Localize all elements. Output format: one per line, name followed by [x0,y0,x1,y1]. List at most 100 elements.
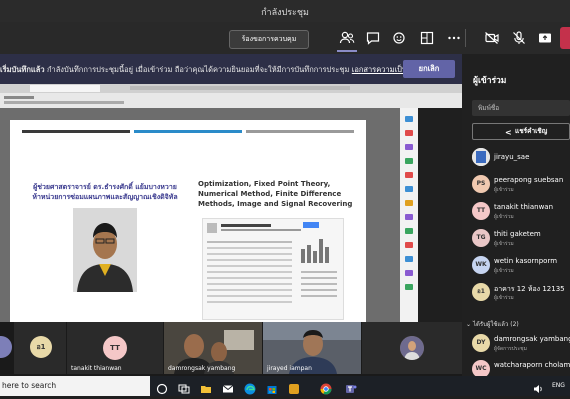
video-strip: อ1 TT tanakit thianwan damrongsak yamban… [0,322,462,376]
avatar: WK [472,256,490,274]
video-tile[interactable]: อ1 [14,322,66,374]
tool-icon[interactable] [405,144,413,150]
shared-screen: ผู้ช่วยศาสตราจารย์ ดร.ธำรงศักดิ์ แย้มบาง… [0,84,462,322]
participant-role: ผู้เข้าร่วม [494,214,514,220]
video-tile[interactable] [362,322,462,374]
reactions-icon[interactable] [392,30,408,46]
participants-title: ผู้เข้าร่วม [473,76,507,86]
avatar: DY [472,334,490,352]
leave-button[interactable] [560,27,570,49]
task-view-icon[interactable] [178,380,190,394]
tile-name: tanakit thianwan [71,365,122,372]
avatar [400,336,424,360]
app-icon[interactable] [288,380,300,394]
window-title: กำลังประชุม [261,8,309,18]
tool-icon[interactable] [405,186,413,192]
request-control-button[interactable]: ร้องขอการควบคุม [229,30,309,49]
shared-screen-margin [418,108,462,322]
participant-role: ผู้เข้าร่วม [494,241,514,247]
speaker-icon[interactable] [532,380,544,393]
participant-name: tanakit thianwan [494,203,554,211]
avatar [472,148,490,166]
tool-icon[interactable] [405,116,413,122]
pdf-viewer-toolbar [0,84,462,108]
search-circle-icon[interactable] [156,380,168,395]
mic-off-icon[interactable] [511,30,527,46]
participant-item[interactable]: DY damrongsak yambang ผู้จัดการประชุม [472,332,570,354]
taskbar-search-input[interactable]: here to search [0,376,150,396]
video-tile[interactable]: damrongsak yambang [164,322,262,374]
pdf-tab [30,85,100,92]
video-tile[interactable] [0,322,14,374]
participant-name: watcharaporn cholamj [494,361,570,369]
teams-icon[interactable] [345,380,357,393]
tool-icon[interactable] [405,214,413,220]
participant-item[interactable]: jirayu_sae [472,146,570,168]
tool-icon[interactable] [405,228,413,234]
presenter-affiliation: ห้าหน่วยการซ่อมแผนภาพและสัญญาณเชิงดิจิทั… [32,193,178,201]
avatar: อ1 [472,283,490,301]
participant-name: damrongsak yambang [494,335,570,343]
participant-role: ผู้เข้าร่วม [494,295,514,301]
slide-bar-2 [134,130,242,133]
share-invite-button[interactable]: < แชร์คำเชิญ [472,123,570,140]
tool-icon[interactable] [405,284,413,290]
participant-item[interactable]: TT tanakit thianwan ผู้เข้าร่วม [472,200,570,222]
pdf-tab-title [130,86,350,90]
share-invite-label: แชร์คำเชิญ [515,127,548,135]
more-icon[interactable] [446,30,462,46]
presenter-name-block: ผู้ช่วยศาสตราจารย์ ดร.ธำรงศักดิ์ แย้มบาง… [20,182,190,202]
rooms-icon[interactable] [419,30,435,46]
chrome-icon[interactable] [320,380,332,395]
tool-icon[interactable] [405,158,413,164]
participant-item[interactable]: TG thiti gaketem ผู้เข้าร่วม [472,227,570,249]
participants-panel: ผู้เข้าร่วม พิมพ์ชื่อ < แชร์คำเชิญ jiray… [462,54,570,378]
presentation-slide: ผู้ช่วยศาสตราจารย์ ดร.ธำรงศักดิ์ แย้มบาง… [10,120,366,322]
invited-section-header[interactable]: ⌄ ได้รับผู้ใช้แล้ว (2) [466,319,519,329]
tool-icon[interactable] [405,270,413,276]
invited-section-label: ได้รับผู้ใช้แล้ว (2) [472,321,519,328]
participant-item[interactable]: PS peerapong suebsan ผู้เข้าร่วม [472,173,570,195]
tool-icon[interactable] [405,172,413,178]
folder-icon[interactable] [200,380,212,393]
chat-icon[interactable] [365,30,381,46]
share-tray-icon[interactable] [537,30,553,46]
camera-off-icon[interactable] [484,30,500,46]
pdf-page-area: ผู้ช่วยศาสตราจารย์ ดร.ธำรงศักดิ์ แย้มบาง… [0,108,400,322]
tool-icon[interactable] [405,130,413,136]
edge-icon[interactable] [244,380,256,395]
participant-name: jirayu_sae [494,153,530,161]
banner-lead: เริ่มบันทึกแล้ว [0,65,45,74]
dismiss-button[interactable]: ยกเลิก [403,60,455,78]
slide-bar-3 [246,130,354,133]
avatar: TT [472,202,490,220]
avatar [0,336,12,358]
people-icon[interactable] [337,30,357,52]
participant-item[interactable]: อ1 อาคาร 12 ห้อง 12135 ผู้เข้าร่วม [472,281,570,303]
participant-item[interactable]: WK wetin kasornporm ผู้เข้าร่วม [472,254,570,276]
tool-icon[interactable] [405,256,413,262]
store-icon[interactable] [266,380,278,394]
avatar: อ1 [30,336,52,358]
recording-banner: เริ่มบันทึกแล้ว กำลังบันทึกการประชุมนี้อ… [0,54,462,84]
video-tile[interactable]: jirayed iampan [263,322,361,374]
language-indicator[interactable]: ENG [552,382,565,389]
pdf-toolbar-row [4,101,124,104]
participant-search-input[interactable]: พิมพ์ชื่อ [472,100,570,116]
avatar: PS [472,175,490,193]
share-icon: < [505,128,512,137]
participant-role: ผู้จัดการประชุม [494,346,527,352]
mail-icon[interactable] [222,380,234,393]
participant-role: ผู้เข้าร่วม [494,187,514,193]
tile-name: jirayed iampan [267,365,312,372]
profile-screenshot [202,218,344,320]
pdf-menu-row [4,96,34,99]
participant-role: ผู้เข้าร่วม [494,268,514,274]
meeting-toolbar: ร้องขอการควบคุม [0,22,570,54]
tool-icon[interactable] [405,242,413,248]
presenter-name: ผู้ช่วยศาสตราจารย์ ดร.ธำรงศักดิ์ แย้มบาง… [33,183,177,191]
avatar: TT [103,336,127,360]
tool-icon[interactable] [405,200,413,206]
presenter-portrait [73,208,137,292]
video-tile[interactable]: TT tanakit thianwan [67,322,163,374]
